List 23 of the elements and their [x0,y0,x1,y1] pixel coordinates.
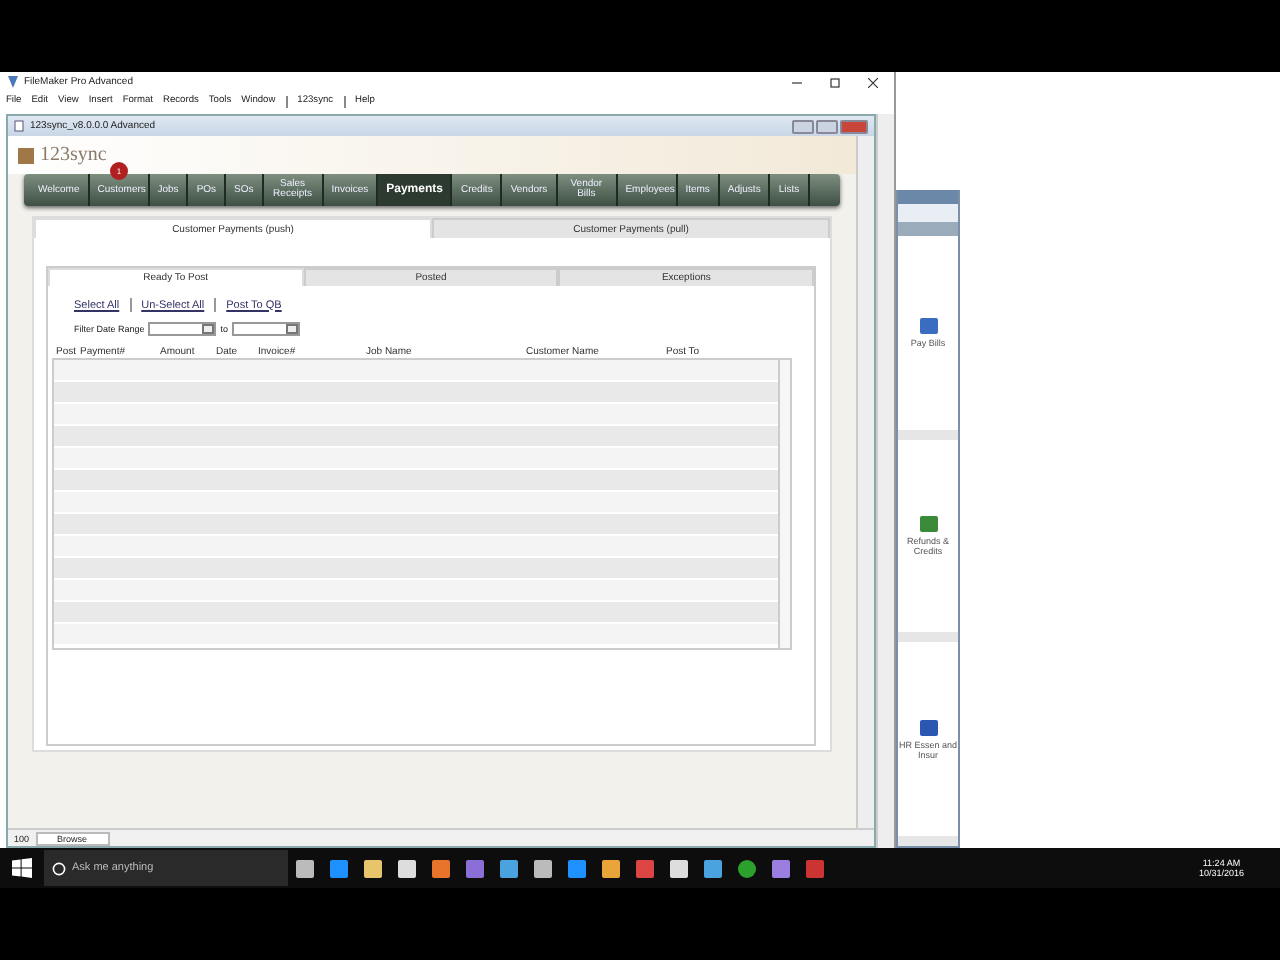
document-icon [14,120,24,132]
logo-icon [18,147,34,163]
header-bar [898,222,958,236]
scrollbar[interactable] [876,114,894,848]
date-field[interactable] [148,322,217,336]
app-icon[interactable] [919,719,937,736]
calendar-icon[interactable] [286,324,299,334]
close-button[interactable] [840,119,868,133]
title-bar [898,190,958,204]
scrollbar[interactable] [856,136,874,828]
windows-logo-icon[interactable] [12,858,32,878]
maximize-button[interactable] [816,119,838,133]
minimize-icon[interactable] [792,77,802,87]
app-icon[interactable] [919,317,937,334]
logo-text: 123sync [40,144,107,166]
app-icon [8,76,18,88]
minimize-button[interactable] [792,119,814,133]
date-field[interactable] [232,322,301,336]
scrollbar[interactable] [778,360,790,648]
close-icon[interactable] [868,77,878,87]
calendar-icon[interactable] [202,324,215,334]
maximize-icon[interactable] [830,77,840,87]
search-icon [52,861,66,875]
